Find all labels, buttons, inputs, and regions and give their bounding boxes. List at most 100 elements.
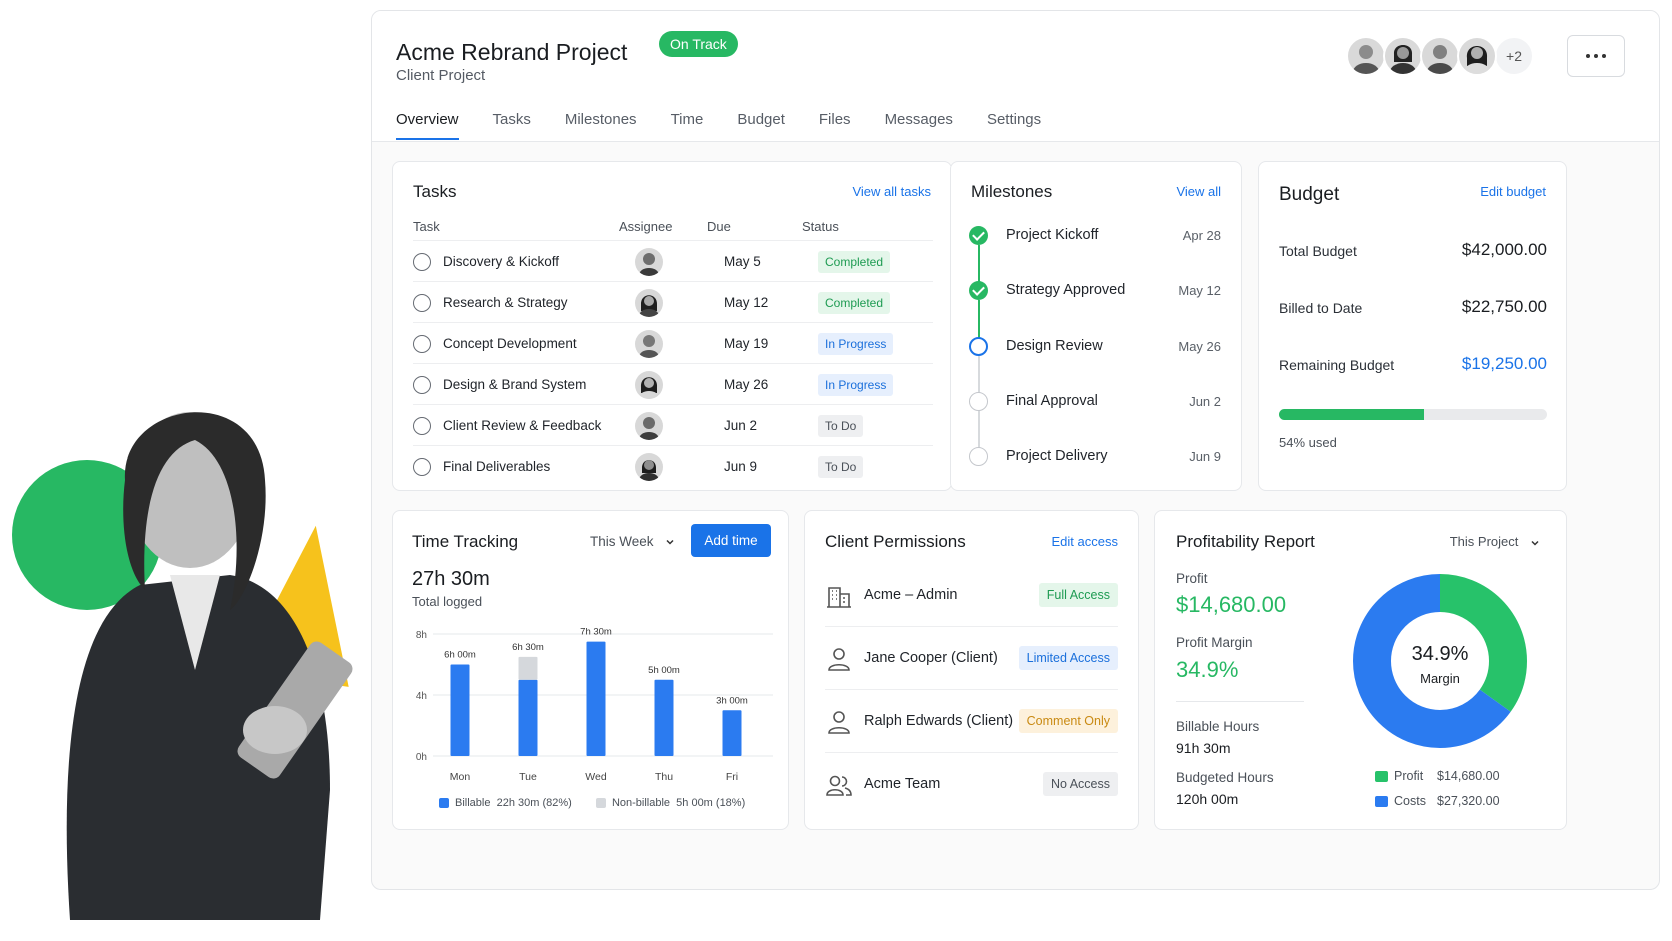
bar-billable — [586, 641, 606, 756]
check-circle-icon — [969, 226, 988, 245]
access-badge[interactable]: Full Access — [1038, 583, 1118, 607]
access-badge[interactable]: Comment Only — [1018, 709, 1118, 733]
project-header: Acme Rebrand Project On Track Client Pro… — [372, 11, 1659, 142]
milestone-item[interactable]: Strategy Approved May 12 — [969, 276, 1221, 306]
profitability-title: Profitability Report — [1176, 532, 1315, 551]
project-select-value: This Project — [1449, 534, 1519, 549]
milestone-item[interactable]: Project Kickoff Apr 28 — [969, 221, 1221, 251]
table-row[interactable]: Research & Strategy May 12 Completed — [413, 281, 933, 323]
permission-row[interactable]: Jane Cooper (Client) Limited Access — [825, 627, 1118, 690]
access-badge[interactable]: Limited Access — [1018, 646, 1118, 670]
more-options-button[interactable] — [1567, 35, 1625, 77]
assignee-avatar — [635, 248, 663, 276]
task-checkbox[interactable] — [413, 417, 431, 435]
tab-overview[interactable]: Overview — [396, 111, 459, 140]
add-time-button[interactable]: Add time — [691, 524, 771, 557]
chevron-down-icon — [1531, 540, 1539, 546]
y-tick-label: 8h — [416, 630, 427, 641]
assignee-avatar — [635, 330, 663, 358]
users-icon — [826, 775, 852, 796]
costs-swatch — [1375, 796, 1388, 808]
profitability-report-card: Profitability Report This Project Profit… — [1154, 510, 1567, 830]
permission-row[interactable]: Acme Team No Access — [825, 753, 1118, 816]
table-row[interactable]: Discovery & Kickoff May 5 Completed — [413, 240, 933, 282]
task-due-date: May 26 — [724, 377, 769, 392]
avatar[interactable] — [1346, 36, 1386, 76]
profit-value: $14,680.00 — [1176, 592, 1287, 617]
view-all-tasks-link[interactable]: View all tasks — [852, 184, 931, 199]
task-checkbox[interactable] — [413, 376, 431, 394]
user-icon — [828, 711, 850, 734]
tab-budget[interactable]: Budget — [737, 111, 785, 140]
task-due-date: May 5 — [724, 254, 761, 269]
client-permissions-title: Client Permissions — [825, 532, 966, 551]
assignee-avatar — [635, 412, 663, 440]
edit-budget-link[interactable]: Edit budget — [1480, 184, 1546, 199]
column-header-status: Status — [802, 219, 839, 234]
avatar[interactable] — [1383, 36, 1423, 76]
profit-swatch — [1375, 771, 1388, 783]
tab-files[interactable]: Files — [819, 111, 851, 140]
y-tick-label: 4h — [416, 691, 427, 702]
task-checkbox[interactable] — [413, 335, 431, 353]
budgeted-hours-label: Budgeted Hours — [1176, 770, 1274, 785]
period-select[interactable]: This Week — [590, 534, 675, 549]
total-logged-label: Total logged — [412, 594, 483, 609]
bar-billable — [450, 664, 470, 756]
bar-data-label: 7h 30m — [580, 627, 612, 638]
view-all-milestones-link[interactable]: View all — [1176, 184, 1221, 199]
tab-settings[interactable]: Settings — [987, 111, 1041, 140]
budget-progress-bar — [1279, 409, 1547, 420]
status-badge: To Do — [818, 415, 864, 437]
status-badge: To Do — [818, 456, 864, 478]
legend-profit-label: Profit — [1394, 769, 1424, 783]
edit-access-link[interactable]: Edit access — [1052, 534, 1118, 549]
milestone-item[interactable]: Final Approval Jun 2 — [969, 387, 1221, 417]
tab-tasks[interactable]: Tasks — [493, 111, 531, 140]
milestone-date: Jun 9 — [1189, 449, 1221, 464]
legend-billable-label: Billable — [455, 797, 491, 809]
task-checkbox[interactable] — [413, 294, 431, 312]
project-subtitle: Client Project — [396, 67, 486, 84]
column-header-due: Due — [707, 219, 731, 234]
divider — [1176, 701, 1304, 702]
milestone-date: Jun 2 — [1189, 394, 1221, 409]
project-select[interactable]: This Project — [1450, 534, 1540, 549]
billed-to-date-value: $22,750.00 — [1461, 297, 1547, 316]
chevron-down-icon — [666, 540, 674, 545]
avatar[interactable] — [1457, 36, 1497, 76]
milestone-date: Apr 28 — [1182, 228, 1221, 243]
tasks-card: Tasks View all tasks Task Assignee Due S… — [392, 161, 952, 491]
tab-messages[interactable]: Messages — [885, 111, 953, 140]
more-members-count[interactable]: +2 — [1494, 36, 1534, 76]
x-tick-label: Tue — [519, 771, 537, 783]
task-checkbox[interactable] — [413, 458, 431, 476]
pending-milestone-icon — [969, 447, 988, 466]
table-row[interactable]: Final Deliverables Jun 9 To Do — [413, 445, 933, 487]
budget-card: Budget Edit budget Total Budget $42,000.… — [1258, 161, 1567, 491]
tab-milestones[interactable]: Milestones — [565, 111, 637, 140]
team-avatars[interactable]: +2 — [1346, 36, 1534, 76]
access-badge[interactable]: No Access — [1042, 772, 1118, 796]
avatar[interactable] — [1420, 36, 1460, 76]
task-checkbox[interactable] — [413, 253, 431, 271]
task-due-date: Jun 9 — [724, 459, 758, 474]
bar-data-label: 6h 00m — [444, 650, 476, 661]
bar-nonbillable — [518, 656, 538, 680]
billable-hours-value: 91h 30m — [1176, 740, 1231, 756]
permission-row[interactable]: Acme – Admin Full Access — [825, 564, 1118, 627]
permission-row[interactable]: Ralph Edwards (Client) Comment Only — [825, 690, 1118, 753]
table-row[interactable]: Client Review & Feedback Jun 2 To Do — [413, 404, 933, 446]
table-row[interactable]: Concept Development May 19 In Progress — [413, 322, 933, 364]
permission-name: Acme Team — [864, 776, 941, 792]
budget-progress-fill — [1279, 409, 1424, 420]
milestone-item[interactable]: Design Review May 26 — [969, 332, 1221, 362]
milestone-item[interactable]: Project Delivery Jun 9 — [969, 442, 1221, 472]
pending-milestone-icon — [969, 392, 988, 411]
table-row[interactable]: Design & Brand System May 26 In Progress — [413, 363, 933, 405]
status-badge: Completed — [818, 251, 891, 273]
nonbillable-swatch — [595, 798, 606, 809]
tab-time[interactable]: Time — [671, 111, 704, 140]
permission-name: Jane Cooper (Client) — [864, 650, 998, 666]
legend-profit: Profit — [1375, 769, 1423, 783]
